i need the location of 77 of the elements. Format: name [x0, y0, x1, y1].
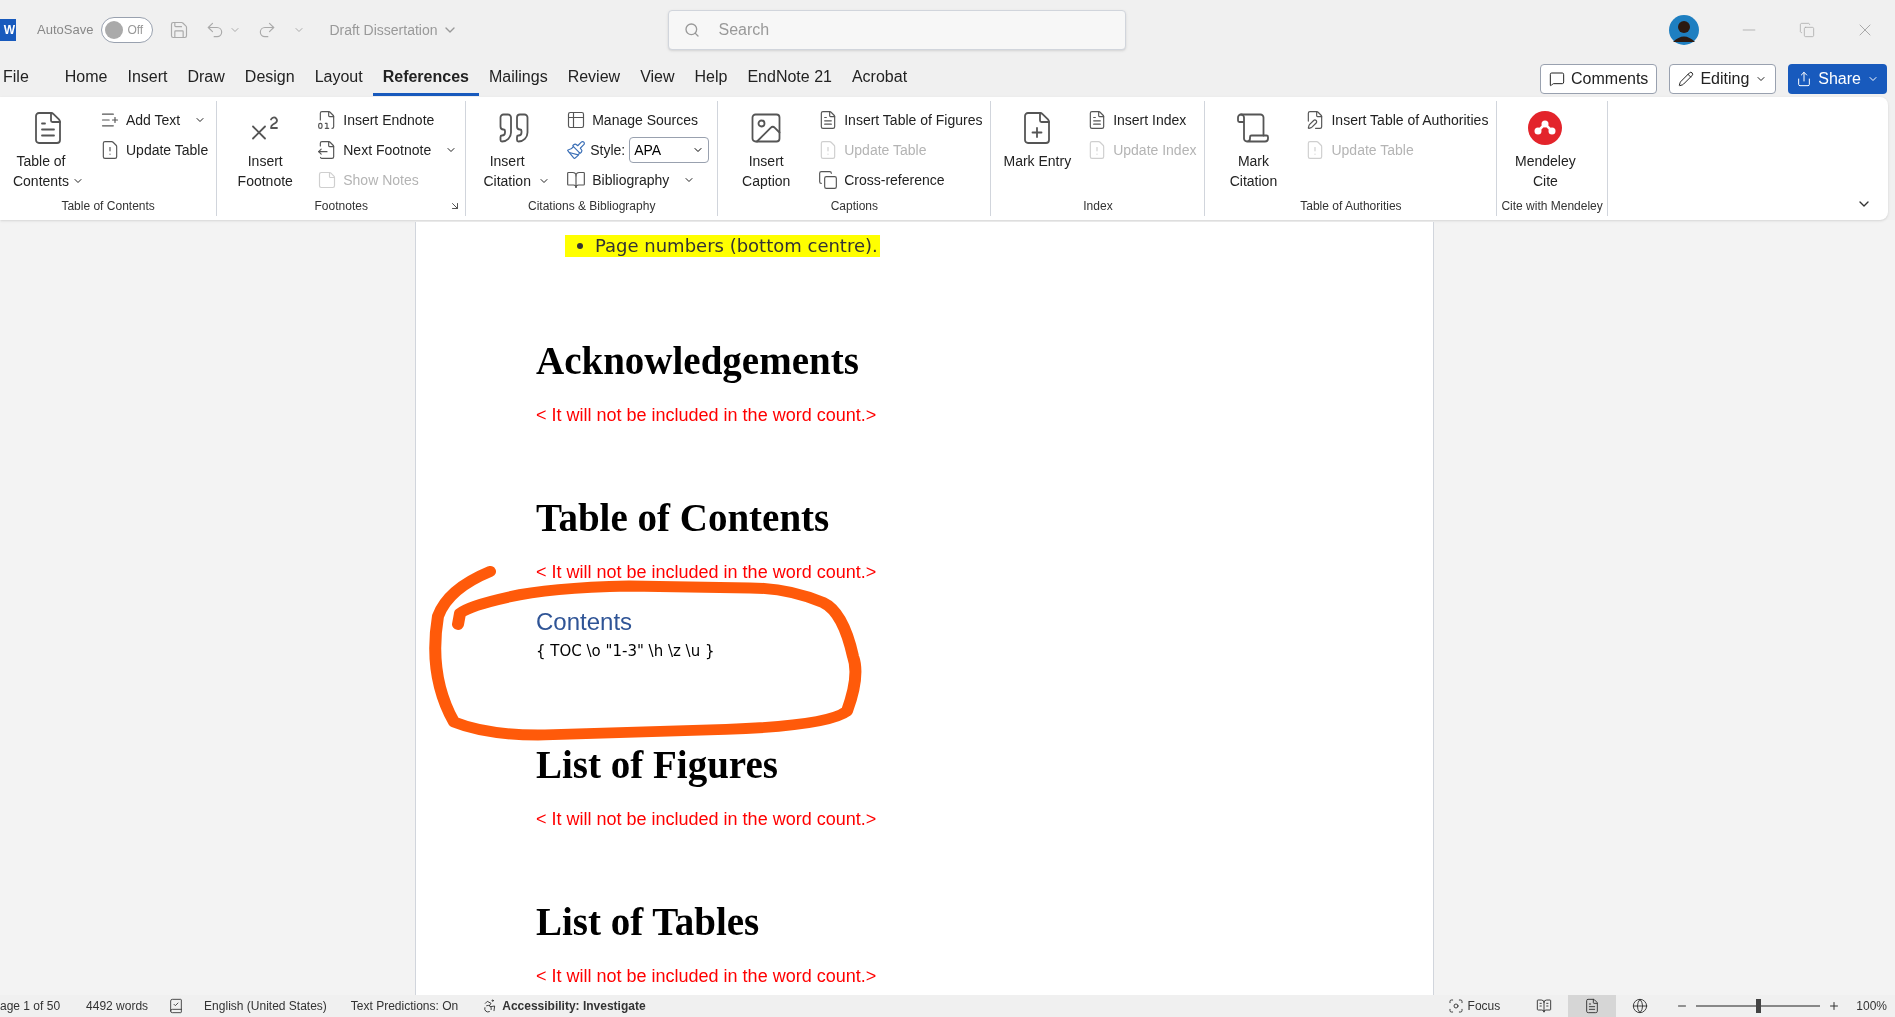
style-select[interactable]: APA [629, 137, 710, 163]
ribbon-button[interactable]: Bibliography [562, 165, 714, 195]
ribbon-tab[interactable]: Layout [304, 61, 373, 96]
text-predictions-status[interactable]: Text Predictions: On [350, 997, 459, 1015]
autosave-label: AutoSave [37, 21, 94, 40]
header-button[interactable]: Comments [1540, 63, 1658, 94]
button-icon [1678, 70, 1695, 87]
search-icon [683, 22, 700, 38]
bullet-text: Page numbers (bottom centre). [595, 235, 879, 257]
section-heading: Table of Contents [536, 495, 830, 541]
ribbon-large-button[interactable]: Insert Caption [722, 101, 811, 197]
focus-button[interactable]: Focus [1447, 997, 1501, 1015]
focus-icon [1447, 998, 1464, 1014]
ribbon-large-button[interactable]: Mark Entry [995, 101, 1080, 197]
style-label: Style: [590, 140, 626, 160]
section-heading: List of Tables [536, 899, 760, 945]
word-count[interactable]: 4492 words [86, 997, 149, 1015]
view-mode-button[interactable] [1568, 995, 1617, 1017]
group-label: Table of Authorities [1300, 198, 1402, 215]
ribbon-tab[interactable]: Home [54, 61, 118, 96]
ribbon-tab[interactable]: Insert [117, 61, 178, 96]
header-button[interactable]: Editing [1669, 63, 1777, 94]
zoom-in-icon[interactable] [1828, 1000, 1841, 1012]
avatar[interactable] [1669, 15, 1699, 45]
ribbon-large-button[interactable]: Insert Citation [470, 101, 559, 197]
app-logo-icon: W [0, 19, 16, 41]
word-count-note: < It will not be included in the word count.> [536, 965, 877, 987]
ribbon-large-button[interactable]: Table of Contents [4, 101, 92, 197]
group-label: Table of Contents [61, 198, 155, 215]
zoom-percentage[interactable]: 100% [1856, 997, 1887, 1015]
ribbon-large-button[interactable]: Mendeley Cite [1501, 101, 1590, 197]
section-heading: Acknowledgements [536, 338, 859, 384]
ribbon-button[interactable]: Insert Index [1083, 105, 1201, 135]
view-icon [1536, 998, 1553, 1014]
word-count-note: < It will not be included in the word count.> [536, 808, 877, 830]
header-button[interactable]: Share [1788, 63, 1887, 94]
proofing-icon[interactable] [168, 998, 185, 1014]
ribbon-button[interactable]: Insert Table of Figures [814, 105, 987, 135]
network-logo-icon [1528, 111, 1563, 145]
ribbon-button[interactable]: Add Text [96, 105, 213, 135]
group-label: Footnotes [314, 198, 368, 215]
ribbon-button[interactable]: Next Footnote [313, 135, 462, 165]
brush-icon [566, 140, 587, 160]
ribbon-large-button[interactable]: Insert Footnote [221, 101, 310, 197]
ribbon-tab[interactable]: Design [234, 61, 305, 96]
ribbon-button[interactable]: Insert Endnote [313, 105, 462, 135]
ribbon-tab[interactable]: Draw [177, 61, 235, 96]
button-icon [1549, 70, 1565, 87]
ribbon-tab[interactable]: Mailings [478, 61, 558, 96]
view-icon [1584, 998, 1601, 1014]
ribbon-large-button[interactable]: Mark Citation [1209, 101, 1298, 197]
accessibility-status[interactable]: Accessibility: Investigate [482, 997, 646, 1015]
ribbon-button[interactable]: Update Table [96, 135, 213, 165]
ribbon-button[interactable]: Manage Sources [562, 105, 714, 135]
ribbon-tab[interactable]: File [0, 61, 39, 96]
page-count[interactable]: age 1 of 50 [0, 997, 61, 1015]
field-code: { TOC \o "1-3" \h \z \u } [536, 641, 715, 661]
ribbon-tab[interactable]: Review [557, 61, 631, 96]
ribbon-tab[interactable]: View [630, 61, 685, 96]
group-label: Cite with Mendeley [1501, 198, 1603, 215]
group-label: Index [1083, 198, 1113, 215]
language-status[interactable]: English (United States) [204, 997, 327, 1015]
ribbon-button[interactable]: Insert Table of Authorities [1301, 105, 1493, 135]
section-heading: List of Figures [536, 742, 778, 788]
ribbon-tab[interactable]: EndNote 21 [737, 61, 842, 96]
view-icon [1632, 998, 1649, 1014]
button-icon [1796, 70, 1813, 87]
contents-title: Contents [536, 607, 633, 636]
word-count-note: < It will not be included in the word count.> [536, 561, 877, 583]
search-field[interactable]: Search [667, 10, 1126, 50]
group-label: Captions [830, 198, 878, 215]
ribbon-tab[interactable]: Help [684, 61, 738, 96]
group-label: Citations & Bibliography [528, 198, 656, 215]
ribbon-tab[interactable]: Acrobat [841, 61, 918, 96]
ribbon-button[interactable]: Cross-reference [814, 165, 987, 195]
zoom-slider-thumb[interactable] [1756, 999, 1762, 1013]
word-count-note: < It will not be included in the word count.> [536, 404, 877, 426]
